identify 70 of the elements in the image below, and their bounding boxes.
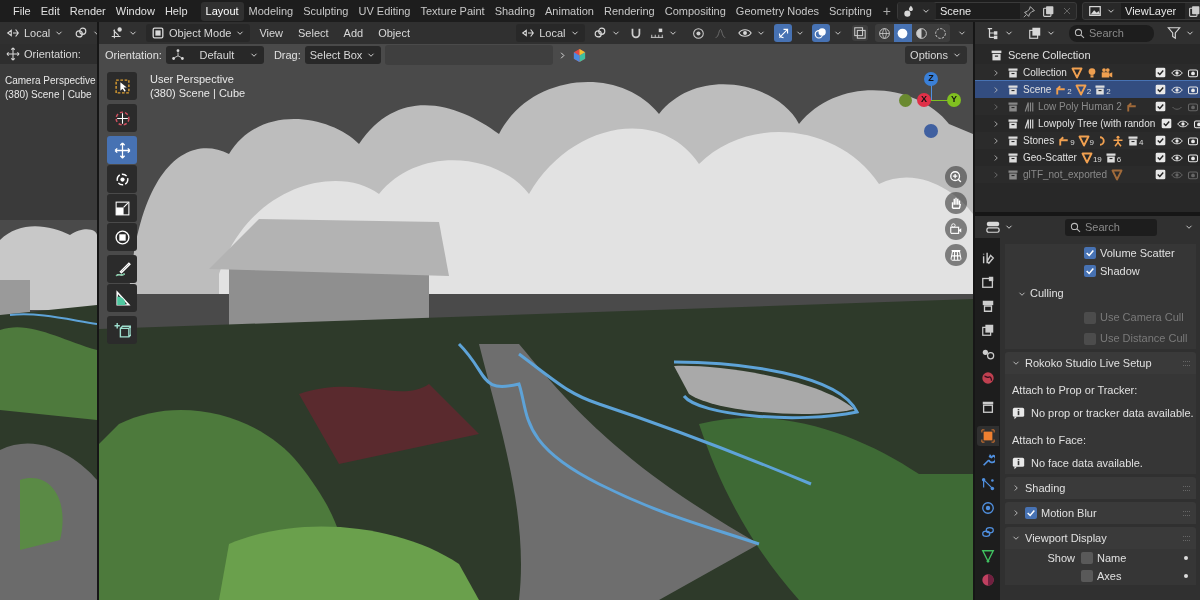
menu-item[interactable]: Edit	[35, 1, 65, 21]
drag-dropdown[interactable]: Select Box	[304, 46, 382, 64]
tree-item-label: Geo-Scatter	[1023, 151, 1077, 165]
menu-item[interactable]: Help	[159, 1, 193, 21]
search-field[interactable]: Search	[1069, 24, 1154, 42]
viewport-subtitle: (380) Scene | Cube	[150, 86, 246, 100]
workspace-tab[interactable]: Rendering	[598, 1, 660, 21]
tree-item-label: Stones	[1023, 134, 1055, 148]
workspace-tab[interactable]: UV Editing	[353, 1, 416, 21]
field-label: Attach to Face:	[1012, 432, 1086, 448]
checkbox-label: Use Distance Cull	[1100, 331, 1188, 347]
field-label: Attach to Prop or Tracker:	[1012, 382, 1138, 398]
tree-row[interactable]: Geo-Scatter 19 6	[975, 149, 1200, 166]
menu-item[interactable]: Select	[292, 24, 335, 42]
menu-item[interactable]: Render	[64, 1, 111, 21]
tree-item-label: glTF_not_exported	[1023, 168, 1107, 182]
info-message: No prop or tracker data available.	[1031, 405, 1194, 421]
add-workspace-button[interactable]: +	[876, 0, 897, 22]
count-label: 2	[1086, 87, 1092, 96]
viewport-title: Camera Perspective	[5, 74, 96, 88]
count-label: 19	[1092, 155, 1102, 164]
viewport-subtitle: (380) Scene | Cube	[5, 88, 92, 102]
tree-item-label: Scene	[1023, 83, 1052, 97]
mode-dropdown[interactable]: Object Mode	[146, 24, 251, 42]
tree-item-label: Collection	[1023, 66, 1067, 80]
orientation-label: Orientation:	[24, 46, 81, 62]
panel-header[interactable]: Viewport Display	[1005, 527, 1196, 549]
checkbox-label: Shadow	[1100, 263, 1140, 279]
workspace-tab[interactable]: Modeling	[243, 1, 299, 21]
workspace-tab[interactable]: Texture Paint	[415, 1, 490, 21]
options-dropdown[interactable]: Options	[905, 46, 967, 64]
menu-item[interactable]: File	[8, 1, 36, 21]
viewport-title: User Perspective	[150, 72, 235, 86]
drag-label: Drag:	[273, 47, 301, 63]
checkbox-label: Axes	[1097, 568, 1122, 584]
panel-header[interactable]: Rokoko Studio Live Setup	[1005, 352, 1196, 374]
count-label: 4	[1139, 138, 1144, 147]
panel-header[interactable]: Shading	[1005, 477, 1196, 499]
transform-orientation-dropdown[interactable]: Local	[516, 24, 585, 42]
orientation-label: Orientation:	[105, 47, 162, 63]
checkbox-label: Volume Scatter	[1100, 245, 1175, 261]
workspace-tab[interactable]: Compositing	[659, 1, 731, 21]
subpanel-header[interactable]: Culling	[1030, 285, 1064, 302]
menu-item[interactable]: Object	[372, 24, 416, 42]
field-label: Show	[1046, 550, 1075, 566]
panel-header[interactable]: Motion Blur	[1005, 502, 1196, 524]
tree-item[interactable]: Scene Collection	[1008, 47, 1091, 64]
checkbox-label: Use Camera Cull	[1100, 310, 1184, 326]
count-label: 9	[1070, 138, 1075, 147]
tree-row[interactable]: Lowpoly Tree (with randon	[975, 115, 1200, 132]
workspace-tab[interactable]: Layout	[200, 1, 244, 21]
tree-item-label: Low Poly Human 2	[1038, 100, 1122, 114]
menu-item[interactable]: Add	[337, 24, 370, 42]
workspace-tab[interactable]: Shading	[489, 1, 541, 21]
workspace-tab[interactable]: Sculpting	[298, 1, 354, 21]
info-message: No face data available.	[1031, 455, 1143, 471]
workspace-tab[interactable]: Animation	[540, 1, 599, 21]
count-label: 2	[1106, 87, 1111, 96]
menu-item[interactable]: View	[253, 24, 290, 42]
menu-item[interactable]: Window	[110, 1, 160, 21]
count-label: 6	[1116, 155, 1122, 164]
tree-row[interactable]: Scene 2 2 2	[975, 81, 1200, 98]
count-label: 2	[1067, 87, 1072, 96]
tree-item-label: Lowpoly Tree (with randon	[1038, 117, 1156, 131]
count-label: 9	[1089, 138, 1095, 147]
workspace-tab[interactable]: Geometry Nodes	[730, 1, 824, 21]
workspace-tab[interactable]: Scripting	[824, 1, 877, 21]
search-field[interactable]: Search	[1065, 218, 1157, 236]
checkbox-label: Name	[1097, 550, 1127, 566]
orientation-dropdown[interactable]: Default	[165, 46, 264, 64]
